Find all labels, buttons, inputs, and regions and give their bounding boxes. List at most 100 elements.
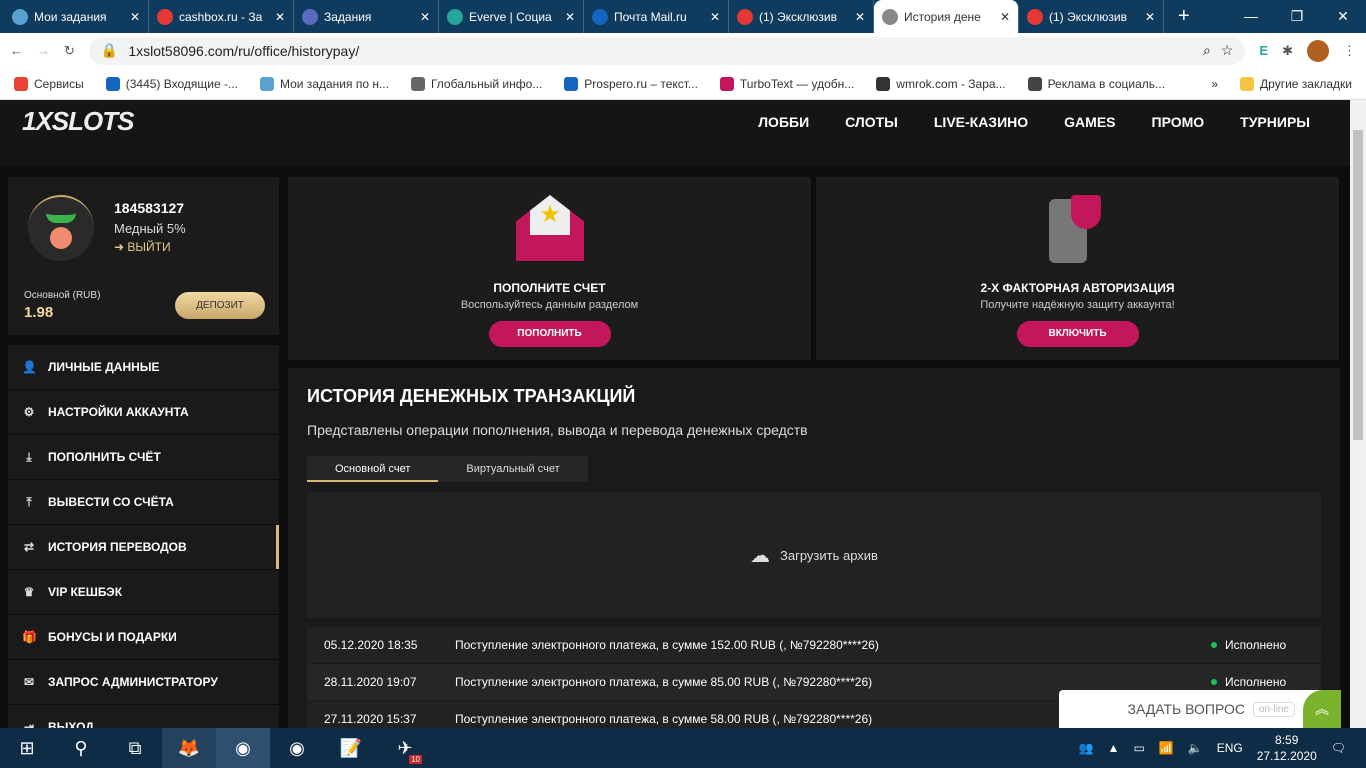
other-bookmarks[interactable]: Другие закладки [1240, 76, 1352, 91]
maximize-button[interactable]: ❐ [1274, 0, 1320, 33]
medal-icon [28, 195, 94, 261]
topup-button[interactable]: ПОПОЛНИТЬ [488, 321, 611, 347]
nav-link[interactable]: LIVE-КАЗИНО [934, 114, 1028, 130]
minimize-button[interactable]: — [1228, 0, 1274, 33]
deposit-button[interactable]: ДЕПОЗИТ [175, 292, 265, 319]
task-view-icon[interactable]: ⧉ [108, 728, 162, 768]
wifi-icon[interactable]: 📶 [1159, 741, 1174, 755]
nav-link[interactable]: ПРОМО [1152, 114, 1205, 130]
zoom-icon[interactable]: ⌕ [1203, 42, 1211, 59]
browser-tab[interactable]: Мои задания ✕ [4, 0, 149, 33]
sidebar-item[interactable]: ⤓ ПОПОЛНИТЬ СЧЁТ [8, 435, 279, 479]
sidebar-item[interactable]: 👤 ЛИЧНЫЕ ДАННЫЕ [8, 345, 279, 389]
extensions-icon[interactable]: ✱ [1282, 43, 1293, 59]
bookmarks-bar: Сервисы (3445) Входящие -... Мои задания п… [0, 68, 1366, 100]
telegram-icon[interactable]: ✈ 10 [378, 728, 432, 768]
close-window-button[interactable]: ✕ [1320, 0, 1366, 33]
sidebar-item[interactable]: ⇄ ИСТОРИЯ ПЕРЕВОДОВ [8, 525, 279, 569]
scrollbar[interactable] [1350, 100, 1366, 728]
close-tab-icon[interactable]: ✕ [1000, 10, 1010, 24]
close-tab-icon[interactable]: ✕ [855, 10, 865, 24]
bookmark[interactable]: Сервисы [14, 76, 84, 91]
logout-link[interactable]: ➜ ВЫЙТИ [114, 240, 171, 254]
bookmark-icon [1027, 76, 1042, 91]
back-icon[interactable]: ← [10, 43, 23, 58]
search-icon[interactable]: ⚲ [54, 728, 108, 768]
browser-tab[interactable]: Почта Mail.ru ✕ [584, 0, 729, 33]
bookmark-icon [14, 76, 28, 91]
browser-tab[interactable]: cashbox.ru - За ✕ [149, 0, 294, 33]
notifications-icon[interactable]: 🗨 [1331, 741, 1346, 755]
star-icon[interactable]: ☆ [1221, 42, 1234, 59]
address-bar[interactable]: 🔒 1xslot58096.com/ru/office/historypay/⌕ ☆ [88, 36, 1246, 65]
page-subtitle: Представлены операции пополнения, вывода… [307, 422, 808, 438]
volume-icon[interactable]: 🔈 [1188, 741, 1203, 755]
chrome-icon[interactable]: ◉ [216, 728, 270, 768]
favicon-icon [737, 8, 753, 25]
browser-tab[interactable]: История дене ✕ [874, 0, 1019, 33]
status-dot-icon [1211, 642, 1217, 648]
nav-link[interactable]: GAMES [1064, 114, 1115, 130]
nav-link[interactable]: ЛОББИ [758, 114, 809, 130]
bookmark[interactable]: (3445) Входящие -... [105, 76, 238, 91]
people-icon[interactable]: 👥 [1079, 741, 1094, 755]
card-title: ПОПОЛНИТЕ СЧЕТ [493, 281, 606, 295]
taskbar: ⊞ ⚲ ⧉ 🦊 ◉ ◉ 📝 ✈ 10 👥 ▲ ▭ 📶 🔈 ENG 8:59 27.1… [0, 728, 1366, 768]
tab-virtual-account[interactable]: Виртуальный счет [438, 456, 588, 482]
bookmark[interactable]: TurboText — удобн... [719, 76, 854, 91]
sidebar-item[interactable]: ⤒ ВЫВЕСТИ СО СЧЁТА [8, 480, 279, 524]
menu-item-icon: ✉ [23, 675, 35, 689]
ask-question-widget[interactable]: ЗАДАТЬ ВОПРОС on-line ︽ [1059, 690, 1341, 728]
site-logo[interactable]: 1XSLOTS [22, 106, 134, 137]
close-tab-icon[interactable]: ✕ [1145, 10, 1155, 24]
tab-strip: Мои задания ✕ cashbox.ru - За ✕ Задания ✕ Ever… [0, 0, 1366, 33]
close-tab-icon[interactable]: ✕ [565, 10, 575, 24]
bookmark[interactable]: Реклама в социаль... [1027, 76, 1165, 91]
close-tab-icon[interactable]: ✕ [420, 10, 430, 24]
bookmark-icon [876, 76, 891, 91]
sidebar-item[interactable]: ⚙ НАСТРОЙКИ АККАУНТА [8, 390, 279, 434]
balance-value: 1.98 [24, 304, 54, 321]
more-bookmarks-icon[interactable]: » [1211, 77, 1218, 91]
bookmark[interactable]: Мои задания по н... [259, 76, 389, 91]
bookmark[interactable]: Prospero.ru – текст... [564, 76, 698, 91]
close-tab-icon[interactable]: ✕ [710, 10, 720, 24]
reload-icon[interactable]: ↻ [64, 43, 75, 59]
close-tab-icon[interactable]: ✕ [130, 10, 140, 24]
download-archive-button[interactable]: ☁ Загрузить архив [307, 492, 1321, 618]
favicon-icon [1027, 8, 1043, 25]
firefox-icon[interactable]: 🦊 [162, 728, 216, 768]
page-title: ИСТОРИЯ ДЕНЕЖНЫХ ТРАНЗАКЦИЙ [307, 386, 636, 406]
enable-2fa-button[interactable]: ВКЛЮЧИТЬ [1016, 321, 1139, 347]
sidebar-item[interactable]: ✉ ЗАПРОС АДМИНИСТРАТОРУ [8, 660, 279, 704]
browser-tab[interactable]: Задания ✕ [294, 0, 439, 33]
nav-link[interactable]: СЛОТЫ [845, 114, 898, 130]
everve-extension-icon[interactable]: E [1259, 43, 1268, 58]
bookmark[interactable]: wmrok.com - Зара... [876, 76, 1006, 91]
browser-tab[interactable]: (1) Эксклюзив ✕ [1019, 0, 1164, 33]
tray-arrow-icon[interactable]: ▲ [1108, 741, 1120, 755]
chrome-icon[interactable]: ◉ [270, 728, 324, 768]
favicon-icon [157, 8, 173, 25]
browser-tab[interactable]: Everve | Социа ✕ [439, 0, 584, 33]
close-tab-icon[interactable]: ✕ [275, 10, 285, 24]
nav-link[interactable]: ТУРНИРЫ [1240, 114, 1310, 130]
notepad-icon[interactable]: 📝 [324, 728, 378, 768]
sidebar-item[interactable]: 🎁 БОНУСЫ И ПОДАРКИ [8, 615, 279, 659]
bookmark[interactable]: Глобальный инфо... [410, 76, 542, 91]
language-indicator[interactable]: ENG [1217, 741, 1243, 755]
avatar[interactable] [1307, 39, 1329, 62]
forward-icon[interactable]: → [37, 43, 50, 58]
menu-item-icon: ⇄ [23, 540, 35, 554]
sidebar-item[interactable]: ♛ VIP КЕШБЭК [8, 570, 279, 614]
browser-tab[interactable]: (1) Эксклюзив ✕ [729, 0, 874, 33]
sidebar-item[interactable]: ⇥ ВЫХОД [8, 705, 279, 728]
menu-icon[interactable]: ⋮ [1343, 43, 1356, 59]
windows-start-icon[interactable]: ⊞ [0, 728, 54, 768]
new-tab-button[interactable]: + [1164, 0, 1204, 33]
menu-item-icon: ⤓ [26, 449, 32, 464]
tab-main-account[interactable]: Основной счет [307, 456, 439, 482]
favicon-icon [447, 8, 463, 25]
clock[interactable]: 8:59 27.12.2020 [1257, 732, 1317, 764]
battery-icon[interactable]: ▭ [1133, 741, 1144, 755]
